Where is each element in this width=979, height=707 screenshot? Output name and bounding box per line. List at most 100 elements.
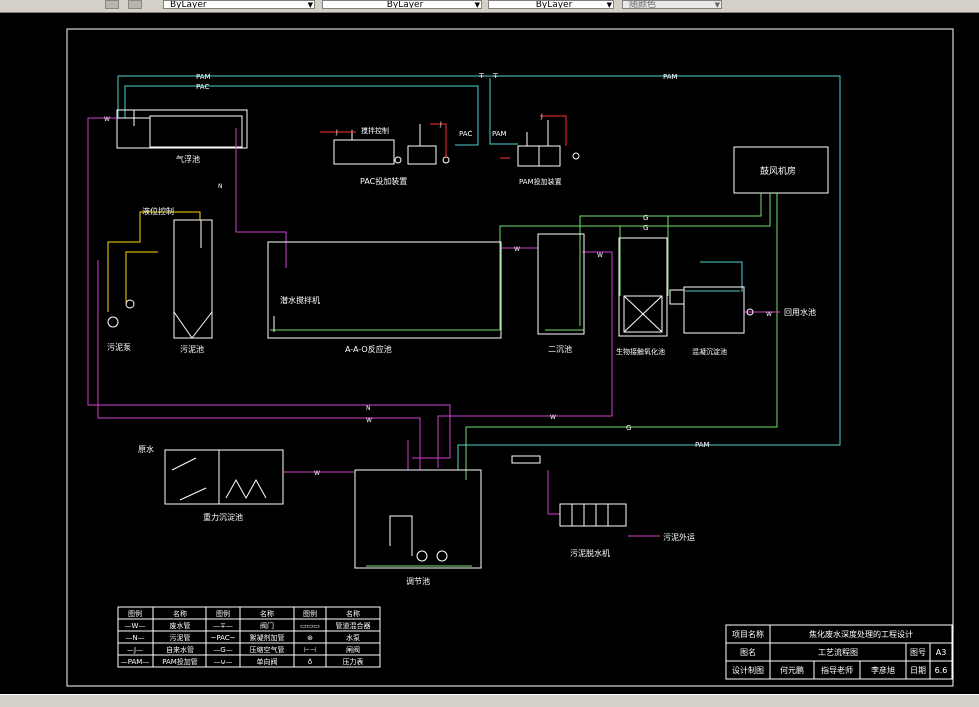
sludge-dewater-machine [559, 503, 627, 527]
date-value: 6.6 [935, 666, 948, 675]
sludge-out-label: 污泥外运 [663, 532, 695, 542]
w-label: W [597, 252, 603, 259]
legend-cell: —J— [127, 646, 143, 654]
pipe-mixer-icon [511, 455, 541, 464]
drawing-no-label: 图号 [910, 648, 926, 657]
sludge-pump-icon [125, 299, 135, 309]
j-label: J [540, 113, 543, 120]
legend-cell: —⊍— [213, 658, 232, 666]
plotstyle-dropdown[interactable]: 随颜色 ▼ [622, 0, 722, 9]
linetype-dropdown[interactable]: ByLayer ▼ [322, 0, 482, 9]
regulating-tank [354, 469, 482, 569]
pam-dosing-device [517, 120, 580, 167]
legend-header: 名称 [346, 609, 360, 618]
w-label: W [550, 414, 556, 421]
sludge-pump-label: 污泥泵 [107, 342, 131, 352]
legend-cell: 压力表 [343, 657, 364, 666]
drawing-value: 工艺流程图 [818, 647, 858, 657]
legend-header: 图例 [128, 609, 142, 618]
pac-line-label: PAC [196, 83, 209, 91]
submersible-mixer-label: 潜水搅拌机 [280, 295, 320, 305]
drawing-no-value: A3 [936, 648, 947, 657]
pam-device-label: PAM投加装置 [519, 177, 562, 186]
pac-dosing-device [333, 124, 450, 165]
w-label: W [104, 116, 110, 123]
coag-sed-tank-label: 混凝沉淀池 [692, 347, 727, 356]
level-control-wire [107, 211, 201, 312]
legend-cell: 压缩空气管 [250, 645, 285, 654]
drawing-canvas[interactable]: PAM PAC PAM PAC PAM PAM ∓ ∓ 气浮池 搅拌控制 PAC… [0, 12, 979, 694]
drawing-label: 图名 [740, 647, 756, 657]
valve-icon: ∓ [478, 71, 485, 80]
legend-cell: ⊛ [307, 634, 313, 642]
legend-cell: —W— [125, 622, 146, 630]
regulating-tank-label: 调节池 [406, 576, 430, 586]
flotation-tank-label: 气浮池 [176, 154, 200, 164]
bio-contact-tank-label: 生物接触氧化池 [616, 347, 665, 356]
n-label: N [218, 183, 223, 190]
raw-water-label: 原水 [138, 444, 154, 454]
pam-line-label-2: PAM [663, 73, 678, 81]
n-label: N [366, 405, 371, 412]
sludge-pump-icon [107, 316, 119, 328]
blower-room-label: 鼓风机房 [760, 165, 796, 177]
pam-feed-label: PAM [492, 130, 507, 138]
j-label: J [439, 121, 442, 128]
legend-cell: 阀门 [260, 621, 274, 630]
legend-cell: —PAM— [121, 658, 150, 666]
pac-feed-label: PAC [459, 130, 472, 138]
legend-header: 名称 [260, 609, 274, 618]
legend-cell: —∓— [213, 622, 233, 630]
secondary-clarifier-label: 二沉池 [548, 344, 572, 354]
gravity-grit-tank [164, 449, 284, 505]
sludge-tank-label: 污泥池 [180, 344, 204, 354]
gravity-grit-label: 重力沉淀池 [203, 512, 243, 522]
color-dropdown[interactable]: ByLayer ▼ [163, 0, 315, 9]
tap-water-lines [320, 115, 567, 159]
legend-cell: 闸阀 [346, 645, 360, 654]
w-label: W [366, 417, 372, 424]
j-label: J [335, 129, 338, 136]
advisor-name: 李彦旭 [871, 665, 895, 675]
legend-cell: 絮凝剂加管 [250, 633, 285, 642]
legend-cell: —N— [125, 634, 144, 642]
w-label: W [514, 246, 520, 253]
air-lines [270, 193, 778, 567]
w-label: W [314, 470, 320, 477]
design-label: 设计制图 [732, 665, 764, 675]
legend-table: 图例 名称 图例 名称 图例 名称 —W— 废水管 —∓— 阀门 ▭▭▭ 管道混… [117, 606, 381, 668]
pam-return-label: PAM [695, 441, 710, 449]
sludge-dewater-label: 污泥脱水机 [570, 548, 610, 558]
sheet-border [66, 28, 954, 687]
lineweight-dropdown[interactable]: ByLayer ▼ [488, 0, 614, 9]
legend-cell: —G— [213, 646, 232, 654]
layer-icon[interactable] [105, 0, 119, 9]
legend-cell: ♁ [307, 658, 312, 666]
title-block: 项目名称 焦化废水深度处理的工程设计 图名 工艺流程图 图号 A3 设计制图 何… [725, 624, 953, 680]
legend-header: 名称 [173, 609, 187, 618]
legend-cell: 废水管 [170, 621, 191, 630]
layer-states-icon[interactable] [128, 0, 142, 9]
w-label: W [766, 311, 772, 318]
legend-cell: 污泥管 [170, 633, 191, 642]
date-label: 日期 [910, 666, 926, 675]
legend-cell: 管道混合器 [336, 621, 371, 630]
project-label: 项目名称 [732, 629, 764, 639]
reuse-tank-label: 回用水池 [784, 307, 816, 317]
legend-cell: PAM投加管 [162, 657, 198, 666]
legend-cell: 水泵 [346, 633, 360, 642]
bio-contact-tank [618, 237, 668, 337]
coag-sed-tank [669, 286, 745, 334]
advisor-label: 指导老师 [821, 665, 853, 675]
dosing-lines [117, 75, 841, 470]
legend-header: 图例 [303, 609, 317, 618]
pac-device-label: PAC投加装置 [360, 176, 407, 186]
legend-cell: 自来水管 [166, 645, 194, 654]
status-bar [0, 694, 979, 707]
designer-name: 何元鹏 [780, 665, 804, 675]
stirring-control-label: 搅拌控制 [361, 126, 389, 135]
g-line-label: G [643, 214, 648, 222]
legend-header: 图例 [216, 609, 230, 618]
wastewater-lines [87, 117, 780, 537]
project-value: 焦化废水深度处理的工程设计 [809, 629, 913, 639]
